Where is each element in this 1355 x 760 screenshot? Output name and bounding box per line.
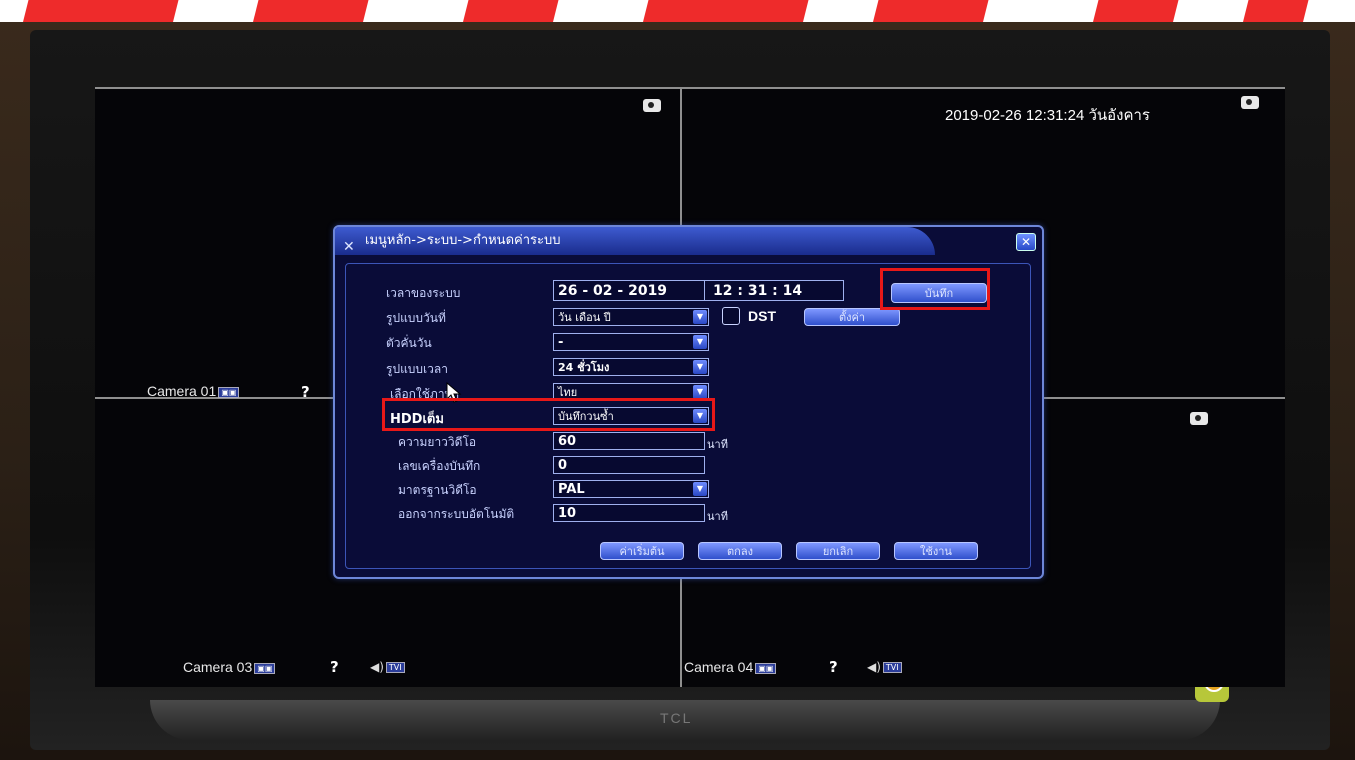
unknown-status-icon: ?: [301, 383, 310, 401]
camera-label-03: Camera 03 ▣▣: [183, 659, 276, 675]
time-format-label: รูปแบบเวลา: [386, 362, 448, 376]
camera-name: Camera 04: [684, 659, 754, 675]
speaker-icon: ◀) TVI: [370, 660, 405, 674]
recording-tag: ▣▣: [254, 662, 276, 674]
camera-name: Camera 03: [183, 659, 253, 675]
tvi-tag: TVI: [882, 662, 902, 673]
camera-icon[interactable]: [1241, 96, 1259, 109]
apply-button[interactable]: ใช้งาน: [894, 542, 978, 560]
auto-logout-label: ออกจากระบบอัตโนมัติ: [398, 507, 515, 521]
ok-button[interactable]: ตกลง: [698, 542, 782, 560]
chevron-down-icon: ▼: [693, 482, 707, 496]
minutes-unit: นาที: [707, 510, 728, 523]
date-separator-select[interactable]: - ▼: [553, 333, 709, 351]
time-format-select[interactable]: 24 ชั่วโมง ▼: [553, 358, 709, 376]
video-length-field[interactable]: 60: [553, 432, 705, 450]
chevron-down-icon: ▼: [693, 360, 707, 374]
camera-label-04: Camera 04 ▣▣: [684, 659, 777, 675]
date-separator-label: ตัวคั่นวัน: [386, 336, 432, 350]
device-no-field[interactable]: 0: [553, 456, 705, 474]
system-time-label: เวลาของระบบ: [386, 286, 461, 300]
dst-settings-button[interactable]: ตั้งค่า: [804, 308, 900, 326]
system-date-field[interactable]: 26 - 02 - 2019: [553, 280, 705, 301]
dialog-title: เมนูหลัก->ระบบ->กำหนดค่าระบบ: [365, 233, 561, 248]
minutes-unit: นาที: [707, 438, 728, 451]
date-format-value: วัน เดือน ปี: [558, 311, 611, 324]
video-length-label: ความยาววิดีโอ: [398, 435, 477, 449]
system-time-field[interactable]: 12 : 31 : 14: [704, 280, 844, 301]
camera-icon[interactable]: [643, 99, 661, 112]
grid-border-top: [95, 87, 1285, 89]
device-no-label: เลขเครื่องบันทึก: [398, 459, 481, 473]
close-button[interactable]: ✕: [1016, 233, 1036, 251]
unknown-status-icon: ?: [330, 658, 339, 676]
watermark-banner: [0, 0, 1355, 22]
highlight-hdd-full-row: [382, 398, 715, 431]
video-standard-value: PAL: [558, 482, 585, 497]
tvi-tag: TVI: [385, 662, 405, 673]
datetime-overlay: 2019-02-26 12:31:24 วันอังคาร: [945, 107, 1150, 124]
dialog-title-bar: ✕ เมนูหลัก->ระบบ->กำหนดค่าระบบ: [335, 227, 935, 255]
dst-checkbox[interactable]: [722, 307, 740, 325]
recording-tag: ▣▣: [218, 386, 240, 398]
date-separator-value: -: [558, 335, 564, 350]
chevron-down-icon: ▼: [693, 335, 707, 349]
camera-label-01: Camera 01 ▣▣: [147, 383, 240, 399]
tv-brand-logo: TCL: [660, 710, 693, 726]
auto-logout-field[interactable]: 10: [553, 504, 705, 522]
speaker-icon: ◀) TVI: [867, 660, 902, 674]
time-format-value: 24 ชั่วโมง: [558, 361, 610, 374]
recording-tag: ▣▣: [755, 662, 777, 674]
video-standard-select[interactable]: PAL ▼: [553, 480, 709, 498]
camera-icon[interactable]: [1190, 412, 1208, 425]
date-format-select[interactable]: วัน เดือน ปี ▼: [553, 308, 709, 326]
video-standard-label: มาตรฐานวิดีโอ: [398, 483, 477, 497]
unknown-status-icon: ?: [829, 658, 838, 676]
date-format-label: รูปแบบวันที่: [386, 311, 446, 325]
chevron-down-icon: ▼: [693, 310, 707, 324]
camera-name: Camera 01: [147, 383, 217, 399]
cancel-button[interactable]: ยกเลิก: [796, 542, 880, 560]
tools-icon: ✕: [343, 239, 355, 255]
highlight-save-button: [880, 268, 990, 310]
default-button[interactable]: ค่าเริ่มต้น: [600, 542, 684, 560]
chevron-down-icon: ▼: [693, 385, 707, 399]
dst-label: DST: [748, 308, 776, 324]
